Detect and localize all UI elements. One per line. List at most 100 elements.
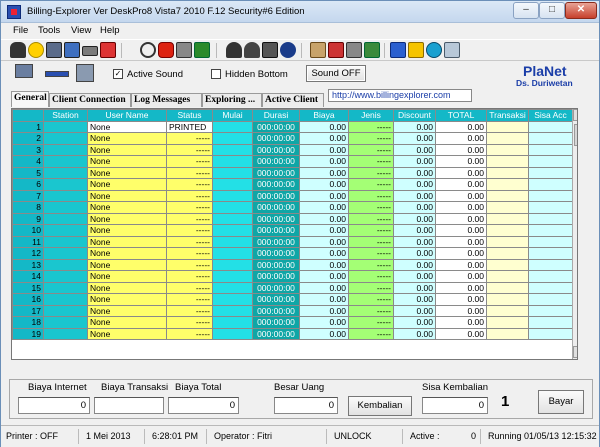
jenis-cell[interactable]: -----: [348, 224, 394, 237]
transaksi-cell[interactable]: [486, 281, 529, 294]
status-cell[interactable]: PRINTED: [166, 120, 213, 133]
durasi-cell[interactable]: 000:00:00: [252, 120, 300, 133]
total-cell[interactable]: 0.00: [435, 258, 487, 271]
transaksi-cell[interactable]: [486, 178, 529, 191]
transaksi-cell[interactable]: [486, 293, 529, 306]
mulai-cell[interactable]: [212, 155, 253, 168]
menu-tools[interactable]: Tools: [38, 25, 60, 36]
close-button[interactable]: ✕: [565, 2, 597, 19]
biaya-cell[interactable]: 0.00: [299, 247, 349, 260]
station-cell[interactable]: [43, 120, 88, 133]
total-cell[interactable]: 0.00: [435, 235, 487, 248]
row-number[interactable]: 9: [12, 212, 44, 225]
status-cell[interactable]: -----: [166, 178, 213, 191]
user-name-cell[interactable]: None: [87, 258, 167, 271]
status-cell[interactable]: -----: [166, 258, 213, 271]
transaksi-cell[interactable]: [486, 304, 529, 317]
sisa-acc-cell[interactable]: [528, 132, 573, 145]
station-cell[interactable]: [43, 293, 88, 306]
total-cell[interactable]: 0.00: [435, 247, 487, 260]
drive-icon[interactable]: [426, 42, 442, 58]
status-cell[interactable]: -----: [166, 201, 213, 214]
total-cell[interactable]: 0.00: [435, 270, 487, 283]
sisa-acc-cell[interactable]: [528, 327, 573, 340]
jenis-cell[interactable]: -----: [348, 143, 394, 156]
table-row[interactable]: 7 None ----- 000:00:00 0.00 ----- 0.00 0.00: [12, 189, 573, 202]
station-cell[interactable]: [43, 304, 88, 317]
user-name-cell[interactable]: None: [87, 293, 167, 306]
row-number[interactable]: 14: [12, 270, 44, 283]
col-header-total[interactable]: TOTAL: [435, 109, 487, 122]
station-cell[interactable]: [43, 316, 88, 329]
station-cell[interactable]: [43, 258, 88, 271]
jenis-cell[interactable]: -----: [348, 178, 394, 191]
status-cell[interactable]: -----: [166, 327, 213, 340]
row-number[interactable]: 3: [12, 143, 44, 156]
total-cell[interactable]: 0.00: [435, 178, 487, 191]
total-cell[interactable]: 0.00: [435, 212, 487, 225]
scroll-down-icon[interactable]: ▼: [573, 346, 577, 358]
total-cell[interactable]: 0.00: [435, 166, 487, 179]
discount-cell[interactable]: 0.00: [393, 258, 436, 271]
col-header-transaksi[interactable]: Transaksi: [486, 109, 529, 122]
biaya-cell[interactable]: 0.00: [299, 132, 349, 145]
discount-cell[interactable]: 0.00: [393, 166, 436, 179]
status-cell[interactable]: -----: [166, 155, 213, 168]
table-row[interactable]: 6 None ----- 000:00:00 0.00 ----- 0.00 0.00: [12, 178, 573, 191]
station-cell[interactable]: [43, 201, 88, 214]
sisa-acc-cell[interactable]: [528, 201, 573, 214]
durasi-cell[interactable]: 000:00:00: [252, 201, 300, 214]
status-cell[interactable]: -----: [166, 304, 213, 317]
discount-cell[interactable]: 0.00: [393, 247, 436, 260]
user-icon[interactable]: [244, 42, 260, 58]
discount-cell[interactable]: 0.00: [393, 316, 436, 329]
transaksi-cell[interactable]: [486, 224, 529, 237]
jenis-cell[interactable]: -----: [348, 304, 394, 317]
row-number[interactable]: 11: [12, 235, 44, 248]
exit-icon[interactable]: [390, 42, 406, 58]
table-row[interactable]: 16 None ----- 000:00:00 0.00 ----- 0.00 0.00: [12, 293, 573, 306]
jenis-cell[interactable]: -----: [348, 166, 394, 179]
total-cell[interactable]: 0.00: [435, 189, 487, 202]
mulai-cell[interactable]: [212, 327, 253, 340]
discount-cell[interactable]: 0.00: [393, 281, 436, 294]
row-number[interactable]: 13: [12, 258, 44, 271]
status-cell[interactable]: -----: [166, 247, 213, 260]
user-name-cell[interactable]: None: [87, 166, 167, 179]
status-cell[interactable]: -----: [166, 212, 213, 225]
tab-client-connection[interactable]: Client Connection: [49, 93, 131, 107]
status-cell[interactable]: -----: [166, 281, 213, 294]
durasi-cell[interactable]: 000:00:00: [252, 270, 300, 283]
row-number[interactable]: 5: [12, 166, 44, 179]
biaya-cell[interactable]: 0.00: [299, 327, 349, 340]
col-header-station[interactable]: Station: [43, 109, 88, 122]
table-row[interactable]: 10 None ----- 000:00:00 0.00 ----- 0.00 0.00: [12, 224, 573, 237]
discount-cell[interactable]: 0.00: [393, 143, 436, 156]
user-name-cell[interactable]: None: [87, 212, 167, 225]
stats-icon[interactable]: [364, 42, 380, 58]
table-row[interactable]: 8 None ----- 000:00:00 0.00 ----- 0.00 0.00: [12, 201, 573, 214]
user-name-cell[interactable]: None: [87, 189, 167, 202]
durasi-cell[interactable]: 000:00:00: [252, 304, 300, 317]
kembalian-button[interactable]: Kembalian: [348, 396, 412, 416]
status-cell[interactable]: -----: [166, 189, 213, 202]
sisa-acc-cell[interactable]: [528, 143, 573, 156]
audio-icon[interactable]: [346, 42, 362, 58]
durasi-cell[interactable]: 000:00:00: [252, 293, 300, 306]
monitor2-icon[interactable]: [64, 42, 80, 58]
table-row[interactable]: 14 None ----- 000:00:00 0.00 ----- 0.00 0.00: [12, 270, 573, 283]
tab-active-client[interactable]: Active Client: [262, 93, 324, 107]
mulai-cell[interactable]: [212, 224, 253, 237]
discount-cell[interactable]: 0.00: [393, 120, 436, 133]
col-header-status[interactable]: Status: [166, 109, 213, 122]
database-icon[interactable]: [444, 42, 460, 58]
sisa-acc-cell[interactable]: [528, 270, 573, 283]
discount-cell[interactable]: 0.00: [393, 235, 436, 248]
transaksi-cell[interactable]: [486, 120, 529, 133]
mulai-cell[interactable]: [212, 120, 253, 133]
station-cell[interactable]: [43, 281, 88, 294]
discount-cell[interactable]: 0.00: [393, 304, 436, 317]
station-cell[interactable]: [43, 189, 88, 202]
mulai-cell[interactable]: [212, 201, 253, 214]
table-row[interactable]: 11 None ----- 000:00:00 0.00 ----- 0.00 0.00: [12, 235, 573, 248]
